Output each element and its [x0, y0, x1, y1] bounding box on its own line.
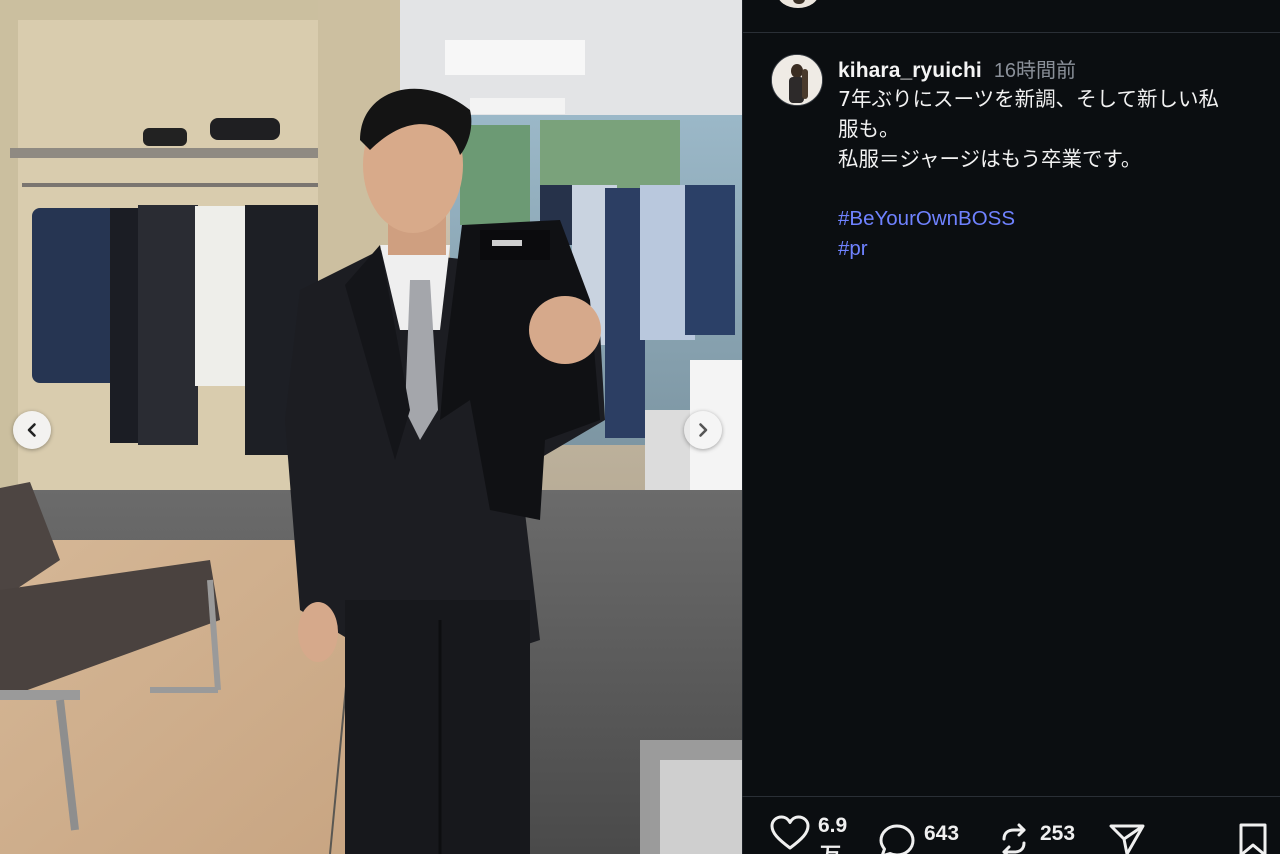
caption-line: 服も。 — [838, 117, 900, 141]
post-header: kihara_ryuichi 16時間前 — [838, 54, 1278, 82]
hashtag-link[interactable]: #pr — [838, 234, 1278, 264]
share-icon — [1109, 824, 1145, 854]
post-time[interactable]: 16時間前 — [994, 54, 1076, 83]
heart-icon — [770, 815, 810, 850]
carousel-next-button[interactable] — [684, 411, 722, 449]
previous-post-strip — [743, 0, 1280, 33]
comment-button[interactable]: 643 — [878, 823, 959, 854]
repost-button[interactable]: 253 — [996, 823, 1075, 854]
post-panel: kihara_ryuichi 16時間前 7年ぶりにスーツを新調、そして新しい私… — [742, 0, 1280, 854]
like-button[interactable]: 6.9 万 — [770, 814, 848, 854]
like-count: 6.9 — [818, 814, 848, 837]
username[interactable]: kihara_ryuichi — [838, 59, 982, 83]
caption-line: 私服＝ジャージはもう卒業です。 — [838, 147, 1142, 171]
chevron-left-icon — [27, 423, 36, 437]
post-body: kihara_ryuichi 16時間前 7年ぶりにスーツを新調、そして新しい私… — [838, 54, 1278, 264]
comment-icon — [879, 824, 915, 854]
post-photo[interactable] — [0, 0, 742, 854]
post-viewer: kihara_ryuichi 16時間前 7年ぶりにスーツを新調、そして新しい私… — [0, 0, 1280, 854]
carousel-prev-button[interactable] — [13, 411, 51, 449]
hashtag-link[interactable]: #BeYourOwnBOSS — [838, 204, 1278, 234]
avatar[interactable] — [777, 0, 819, 8]
avatar-image — [772, 55, 822, 105]
caption: 7年ぶりにスーツを新調、そして新しい私 服も。 私服＝ジャージはもう卒業です。 … — [838, 84, 1278, 264]
like-count-unit: 万 — [820, 839, 841, 854]
comment-count: 643 — [924, 822, 960, 845]
action-bar: 6.9 万 643 253 — [742, 796, 1280, 854]
repost-icon — [1002, 823, 1026, 854]
repost-count: 253 — [1040, 822, 1076, 845]
photo-illustration — [0, 0, 742, 854]
bookmark-icon — [1239, 823, 1267, 854]
share-button[interactable] — [1108, 823, 1146, 854]
avatar[interactable] — [771, 54, 823, 106]
bookmark-button[interactable] — [1238, 823, 1268, 854]
caption-line: 7年ぶりにスーツを新調、そして新しい私 — [838, 87, 1220, 111]
chevron-right-icon — [699, 423, 708, 437]
